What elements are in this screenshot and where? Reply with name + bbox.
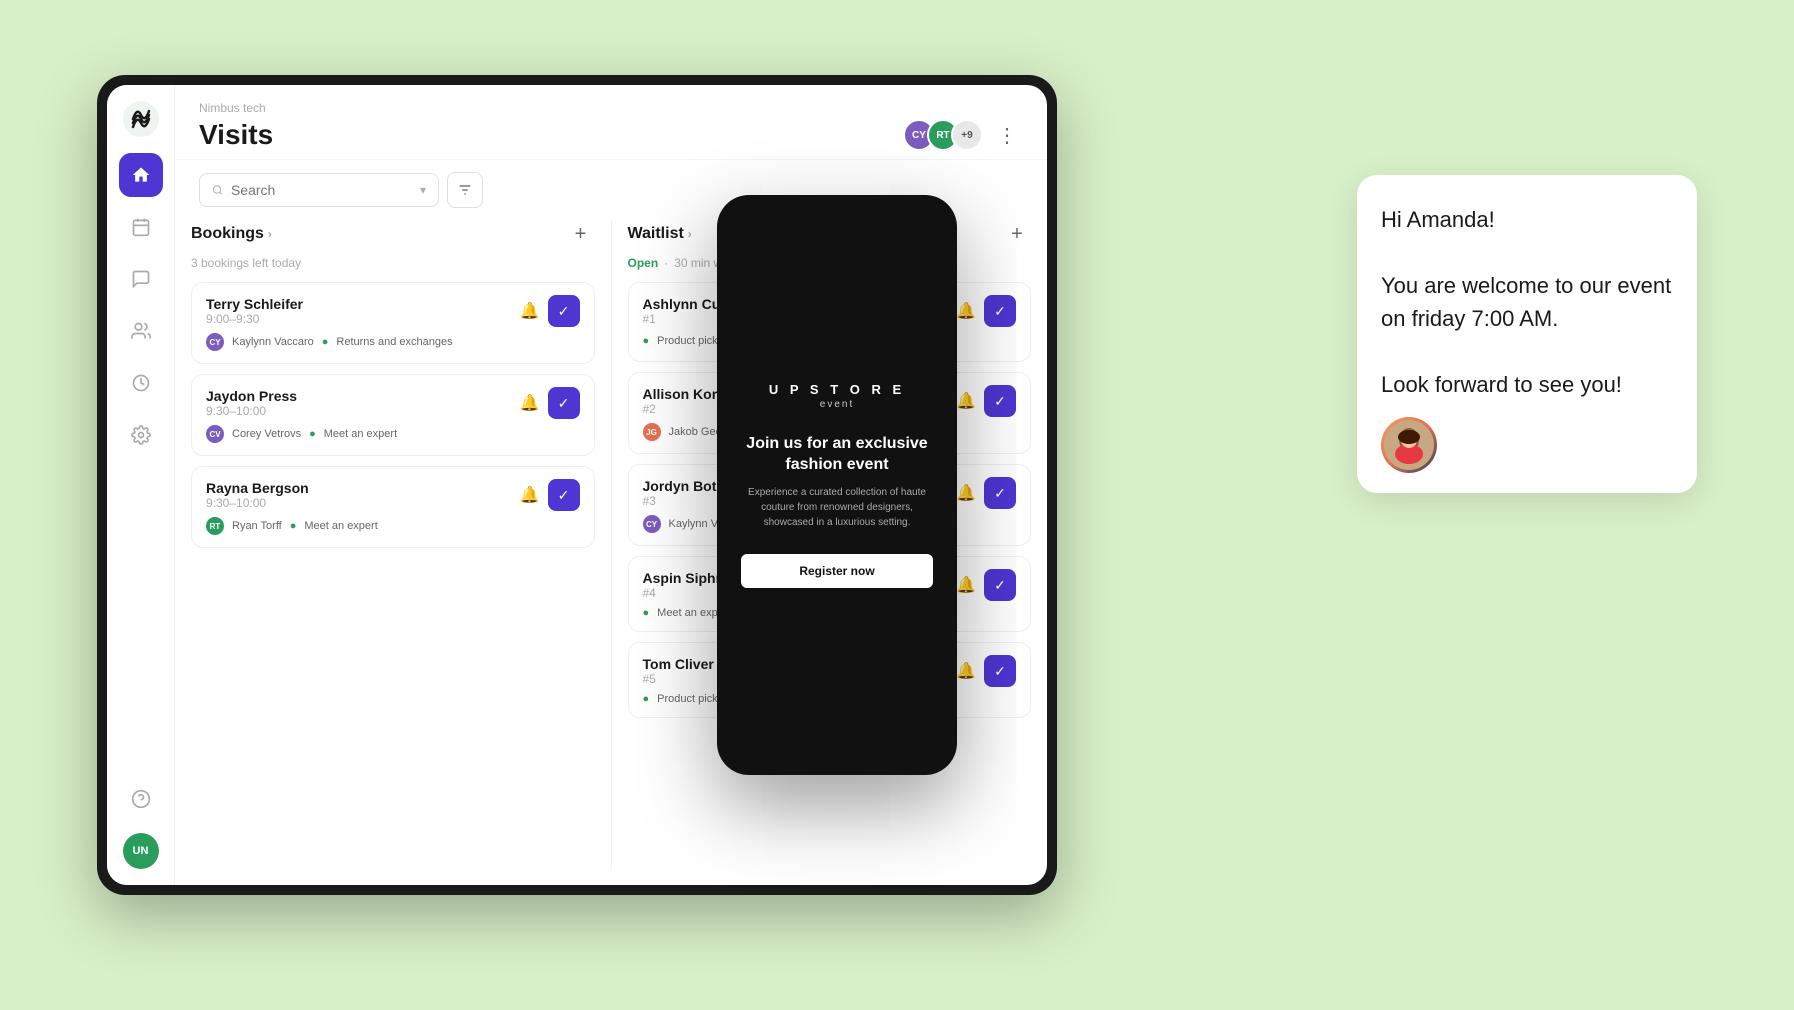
user-avatar[interactable]: UN	[123, 833, 159, 869]
assignee-avatar: CY	[206, 333, 224, 351]
search-input[interactable]	[231, 182, 412, 198]
assignee-avatar: JG	[643, 423, 661, 441]
booking-card: Rayna Bergson 9:30–10:00 🔔 ✓ R	[191, 466, 595, 548]
booking-name: Jaydon Press	[206, 388, 297, 404]
assignee-avatar: CV	[206, 425, 224, 443]
waitlist-number: #5	[643, 672, 714, 686]
tag-dot: ●	[322, 336, 329, 348]
bookings-title: Bookings ›	[191, 225, 272, 243]
avatar-image	[1384, 420, 1434, 470]
waitlist-status: Open	[628, 256, 659, 270]
add-waitlist-button[interactable]: +	[1003, 220, 1031, 248]
chat-bubble: Hi Amanda! You are welcome to our event …	[1357, 175, 1697, 493]
bell-icon[interactable]: 🔔	[956, 391, 976, 411]
booking-tag: Meet an expert	[304, 520, 377, 532]
check-button[interactable]: ✓	[548, 479, 580, 511]
chat-message1: You are welcome to our event on friday 7…	[1381, 273, 1671, 331]
search-box[interactable]: ▾	[199, 173, 439, 207]
sidebar-item-calendar[interactable]	[119, 205, 163, 249]
assignee-name: Ryan Torff	[232, 520, 282, 532]
booking-meta: CV Corey Vetrovs ● Meet an expert	[206, 425, 580, 443]
booking-time: 9:00–9:30	[206, 312, 303, 326]
chat-greeting: Hi Amanda!	[1381, 207, 1495, 232]
check-button[interactable]: ✓	[984, 385, 1016, 417]
chat-message: Hi Amanda! You are welcome to our event …	[1381, 203, 1673, 401]
add-booking-button[interactable]: +	[567, 220, 595, 248]
filter-icon	[457, 182, 473, 198]
top-bar: Nimbus tech Visits CY RT +9 ⋮	[175, 85, 1047, 160]
sidebar-item-settings[interactable]	[119, 413, 163, 457]
bell-icon[interactable]: 🔔	[956, 575, 976, 595]
bell-icon[interactable]: 🔔	[520, 485, 540, 505]
avatar-count: +9	[951, 119, 983, 151]
sidebar-item-clock[interactable]	[119, 361, 163, 405]
check-button[interactable]: ✓	[548, 387, 580, 419]
bookings-column: Bookings › + 3 bookings left today	[191, 220, 611, 869]
tag-dot: ●	[643, 607, 650, 619]
booking-tag: Meet an expert	[324, 428, 397, 440]
chat-message2: Look forward to see you!	[1381, 372, 1622, 397]
booking-time: 9:30–10:00	[206, 404, 297, 418]
waitlist-chevron: ›	[688, 227, 692, 241]
assignee-name: Kaylynn Vaccaro	[232, 336, 314, 348]
assignee-name: Corey Vetrovs	[232, 428, 301, 440]
company-name: Nimbus tech	[199, 101, 1023, 115]
filter-button[interactable]	[447, 172, 483, 208]
assignee-avatar: CY	[643, 515, 661, 533]
booking-time: 9:30–10:00	[206, 496, 309, 510]
booking-tag: Returns and exchanges	[336, 336, 452, 348]
waitlist-title: Waitlist ›	[628, 225, 692, 243]
tag-dot: ●	[643, 335, 650, 347]
avatar-stack: CY RT +9	[903, 119, 983, 151]
more-button[interactable]: ⋮	[991, 119, 1023, 151]
search-dropdown-arrow[interactable]: ▾	[420, 183, 426, 197]
phone-headline: Join us for an exclusive fashion event	[741, 434, 933, 476]
bell-icon[interactable]: 🔔	[520, 393, 540, 413]
page-title: Visits	[199, 119, 273, 151]
assignee-avatar: RT	[206, 517, 224, 535]
phone-device: U P S T O R E event Join us for an exclu…	[717, 195, 957, 775]
bookings-subtitle: 3 bookings left today	[191, 256, 595, 270]
sidebar-item-people[interactable]	[119, 309, 163, 353]
top-bar-actions: CY RT +9 ⋮	[903, 119, 1023, 151]
booking-name: Rayna Bergson	[206, 480, 309, 496]
check-button[interactable]: ✓	[548, 295, 580, 327]
check-button[interactable]: ✓	[984, 295, 1016, 327]
upstore-logo: U P S T O R E	[769, 382, 905, 397]
help-icon[interactable]	[119, 777, 163, 821]
sidebar-item-chat[interactable]	[119, 257, 163, 301]
bell-icon[interactable]: 🔔	[956, 661, 976, 681]
check-button[interactable]: ✓	[984, 477, 1016, 509]
booking-list: Terry Schleifer 9:00–9:30 🔔 ✓	[191, 282, 595, 548]
check-button[interactable]: ✓	[984, 569, 1016, 601]
sidebar-item-home[interactable]	[119, 153, 163, 197]
waitlist-name: Tom Cliver	[643, 656, 714, 672]
booking-card: Terry Schleifer 9:00–9:30 🔔 ✓	[191, 282, 595, 364]
search-icon	[212, 183, 223, 197]
check-button[interactable]: ✓	[984, 655, 1016, 687]
phone-description: Experience a curated collection of haute…	[741, 485, 933, 530]
sidebar: UN	[107, 85, 175, 885]
bookings-chevron: ›	[268, 227, 272, 241]
booking-meta: CY Kaylynn Vaccaro ● Returns and exchang…	[206, 333, 580, 351]
bell-icon[interactable]: 🔔	[520, 301, 540, 321]
register-button[interactable]: Register now	[741, 554, 933, 588]
bell-icon[interactable]: 🔔	[956, 301, 976, 321]
upstore-sub: event	[820, 399, 854, 410]
phone-screen: U P S T O R E event Join us for an exclu…	[725, 203, 949, 767]
tag-dot: ●	[643, 693, 650, 705]
booking-meta: RT Ryan Torff ● Meet an expert	[206, 517, 580, 535]
app-logo	[123, 101, 159, 137]
booking-name: Terry Schleifer	[206, 296, 303, 312]
tag-dot: ●	[290, 520, 297, 532]
booking-card: Jaydon Press 9:30–10:00 🔔 ✓ CV	[191, 374, 595, 456]
tag-dot: ●	[309, 428, 316, 440]
bell-icon[interactable]: 🔔	[956, 483, 976, 503]
chat-user-avatar	[1381, 417, 1437, 473]
